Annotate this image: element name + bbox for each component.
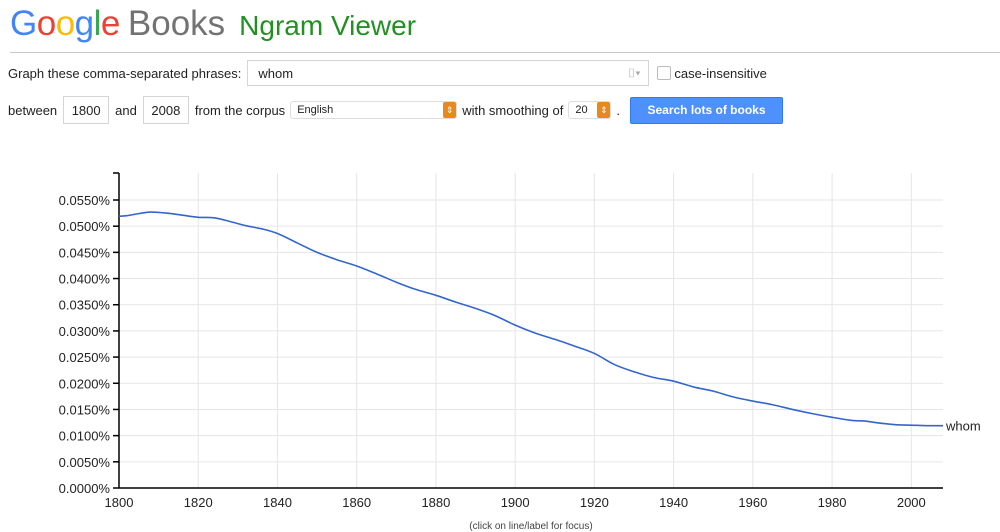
x-tick-label: 1820 bbox=[184, 495, 213, 510]
phrases-row: Graph these comma-separated phrases: who… bbox=[8, 59, 767, 87]
y-tick-label: 0.0350% bbox=[59, 298, 111, 313]
header-divider bbox=[10, 52, 1000, 53]
series-label-whom[interactable]: whom bbox=[945, 419, 981, 434]
x-tick-label: 1980 bbox=[818, 495, 847, 510]
start-year-input[interactable]: 1800 bbox=[63, 96, 110, 124]
case-insensitive-checkbox[interactable] bbox=[657, 66, 672, 80]
logo-letter: G bbox=[10, 4, 37, 43]
books-wordmark: Books bbox=[127, 4, 226, 43]
series-line-whom[interactable] bbox=[118, 211, 944, 427]
keyboard-icon[interactable]: ⌷▾ bbox=[628, 66, 640, 81]
x-tick-label: 1920 bbox=[580, 495, 609, 510]
y-tick-label: 0.0150% bbox=[59, 402, 111, 417]
phrases-input[interactable]: whom ⌷▾ bbox=[247, 60, 650, 86]
y-tick-label: 0.0300% bbox=[59, 324, 111, 339]
google-books-logo[interactable]: Google Books Ngram Viewer bbox=[10, 4, 416, 48]
logo-letter: l bbox=[93, 4, 102, 43]
search-button[interactable]: Search lots of books bbox=[629, 96, 783, 124]
period: . bbox=[616, 102, 620, 118]
y-tick-label: 0.0050% bbox=[59, 455, 111, 470]
chart-footnote: (click on line/label for focus) bbox=[469, 521, 592, 532]
y-axis-ticks: 0.0000% 0.0050% 0.0100% 0.0150% 0.0200% 0.025… bbox=[59, 193, 119, 496]
y-tick-label: 0.0400% bbox=[59, 272, 111, 287]
between-label: between bbox=[8, 102, 58, 118]
x-tick-label: 1840 bbox=[263, 495, 292, 510]
x-tick-label: 1860 bbox=[342, 495, 371, 510]
series-lines[interactable]: whom bbox=[118, 211, 981, 434]
x-tick-label: 1800 bbox=[105, 495, 134, 510]
x-tick-label: 1940 bbox=[659, 495, 688, 510]
smoothing-value: 20 bbox=[575, 104, 588, 116]
end-year-input[interactable]: 2008 bbox=[142, 96, 189, 124]
corpus-value: English bbox=[297, 104, 334, 116]
google-wordmark: Google bbox=[10, 4, 120, 44]
y-tick-label: 0.0500% bbox=[59, 219, 111, 234]
smoothing-label: with smoothing of bbox=[462, 102, 564, 118]
x-tick-label: 1960 bbox=[738, 495, 767, 510]
logo-letter: g bbox=[74, 4, 94, 43]
corpus-label: from the corpus bbox=[194, 102, 286, 118]
x-axis-ticks: 1800 1820 1840 1860 1880 1900 1920 1940 1960 1980… bbox=[105, 495, 926, 510]
x-tick-label: 2000 bbox=[897, 495, 926, 510]
phrases-label: Graph these comma-separated phrases: bbox=[8, 65, 242, 81]
and-label: and bbox=[115, 102, 137, 118]
x-tick-label: 1880 bbox=[421, 495, 450, 510]
phrases-value: whom bbox=[258, 65, 294, 81]
y-tick-label: 0.0000% bbox=[59, 481, 111, 496]
grid bbox=[119, 173, 943, 488]
smoothing-select[interactable]: 20 ⇕ bbox=[568, 101, 612, 119]
options-row: between 1800 and 2008 from the corpus En… bbox=[8, 95, 783, 125]
case-insensitive-label: case-insensitive bbox=[674, 65, 767, 81]
logo-letter: o bbox=[55, 4, 75, 43]
ngram-chart: 0.0000% 0.0050% 0.0100% 0.0150% 0.0200% 0.025… bbox=[59, 172, 981, 532]
select-arrows-icon: ⇕ bbox=[443, 102, 457, 118]
y-tick-label: 0.0250% bbox=[59, 350, 111, 365]
y-tick-label: 0.0550% bbox=[59, 193, 111, 208]
y-tick-label: 0.0200% bbox=[59, 376, 111, 391]
page-title: Ngram Viewer bbox=[239, 10, 417, 41]
y-tick-label: 0.0450% bbox=[59, 245, 111, 260]
logo-letter: o bbox=[36, 4, 56, 43]
x-tick-label: 1900 bbox=[501, 495, 530, 510]
select-arrows-icon: ⇕ bbox=[597, 102, 611, 118]
logo-letter: e bbox=[100, 4, 120, 43]
corpus-select[interactable]: English ⇕ bbox=[290, 101, 458, 119]
y-tick-label: 0.0100% bbox=[59, 429, 111, 444]
